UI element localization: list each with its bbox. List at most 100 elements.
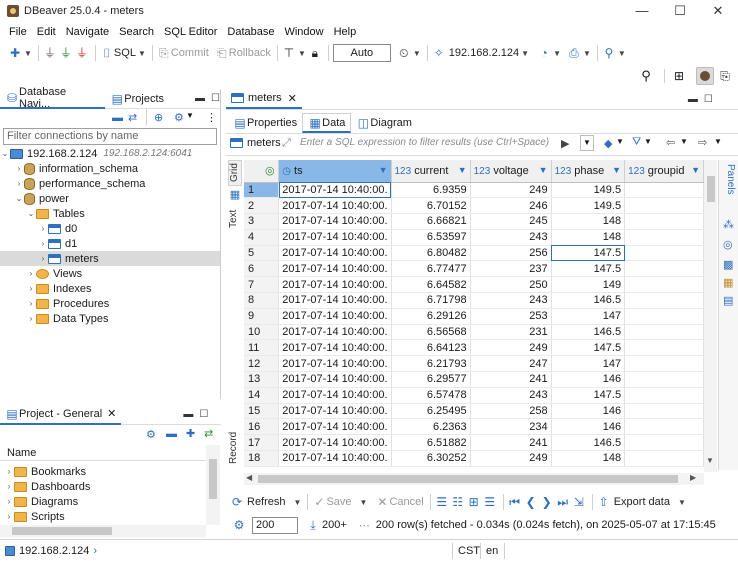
transaction-mode-button[interactable]: ⊤ ▼ bbox=[282, 43, 306, 63]
cell-phase[interactable]: 148 bbox=[551, 229, 626, 246]
table-row[interactable]: 15 2017-07-14 10:40:00. 6.25495 258 146 bbox=[244, 403, 704, 420]
menu-navigate[interactable]: Navigate bbox=[61, 26, 114, 38]
next-page-button[interactable]: ❯ bbox=[540, 492, 554, 512]
cell-ts[interactable]: 2017-07-14 10:40:00. bbox=[278, 434, 392, 452]
maximize-button[interactable]: ☐ bbox=[662, 0, 698, 22]
menu-help[interactable]: Help bbox=[329, 26, 362, 38]
column-header-current[interactable]: 123 current ▼ bbox=[391, 160, 471, 183]
collapse-toggle-icon[interactable]: › bbox=[26, 299, 36, 308]
cell-voltage[interactable]: 258 bbox=[470, 403, 552, 420]
menu-edit[interactable]: Edit bbox=[32, 26, 61, 38]
collapse-toggle-icon[interactable]: › bbox=[4, 512, 14, 521]
collapse-toggle-icon[interactable]: › bbox=[4, 482, 14, 491]
cancel-button[interactable]: ✕ Cancel bbox=[375, 492, 423, 512]
cell-groupid[interactable] bbox=[624, 197, 704, 215]
cell-phase[interactable]: 146 bbox=[551, 418, 626, 436]
forward-icon[interactable]: ⇨ bbox=[698, 136, 707, 149]
cell-groupid[interactable] bbox=[624, 213, 704, 230]
scroll-left-icon[interactable]: ◀ bbox=[246, 473, 252, 482]
funnel-dropdown-icon[interactable]: ▼ bbox=[644, 137, 652, 146]
table-row[interactable]: 1 2017-07-14 10:40:00. 6.9359 249 149.5 bbox=[244, 182, 704, 199]
clear-filter-icon[interactable]: ◆ bbox=[604, 137, 612, 150]
collapse-toggle-icon[interactable]: › bbox=[26, 269, 36, 278]
grouping-icon[interactable]: ▩ bbox=[723, 258, 733, 271]
subtab-properties[interactable]: ▤ Properties bbox=[228, 113, 302, 133]
sql-perspective-icon[interactable]: ⎘ bbox=[718, 69, 732, 83]
cell-phase[interactable]: 146.5 bbox=[551, 324, 626, 341]
cell-current[interactable]: 6.25495 bbox=[391, 403, 471, 420]
cell-voltage[interactable]: 243 bbox=[470, 292, 552, 309]
tree-item-indexes[interactable]: › Indexes bbox=[0, 281, 220, 296]
clear-filter-dropdown-icon[interactable]: ▼ bbox=[616, 137, 624, 146]
row-number[interactable]: 5 bbox=[244, 245, 280, 262]
table-row[interactable]: 10 2017-07-14 10:40:00. 6.56568 231 146.5 bbox=[244, 324, 704, 341]
first-page-button[interactable]: ⏮ bbox=[508, 492, 522, 512]
cell-voltage[interactable]: 243 bbox=[470, 387, 552, 404]
minimize-button[interactable]: — bbox=[624, 0, 660, 22]
cell-voltage[interactable]: 241 bbox=[470, 434, 552, 452]
cell-voltage[interactable]: 234 bbox=[470, 418, 552, 436]
grid-horizontal-scrollbar[interactable]: ◀ ▶ bbox=[244, 473, 704, 485]
cell-groupid[interactable] bbox=[624, 371, 704, 388]
cell-groupid[interactable] bbox=[624, 403, 704, 420]
tree-item-data-types[interactable]: › Data Types bbox=[0, 311, 220, 326]
cell-phase[interactable]: 147 bbox=[551, 308, 626, 325]
table-row[interactable]: 14 2017-07-14 10:40:00. 6.57478 243 147.5 bbox=[244, 387, 704, 404]
cell-ts[interactable]: 2017-07-14 10:40:00. bbox=[278, 450, 392, 467]
cell-voltage[interactable]: 249 bbox=[470, 339, 552, 357]
fetch-next-icon[interactable]: ⤓ bbox=[306, 518, 320, 532]
collapse-toggle-icon[interactable]: › bbox=[4, 467, 14, 476]
maximize-panel-button[interactable]: ☐ bbox=[199, 409, 208, 420]
cell-groupid[interactable] bbox=[624, 355, 704, 373]
tree-item-tables[interactable]: ⌄ Tables bbox=[0, 206, 220, 221]
table-row[interactable]: 8 2017-07-14 10:40:00. 6.71798 243 146.5 bbox=[244, 292, 704, 309]
cell-voltage[interactable]: 245 bbox=[470, 213, 552, 230]
vtab-grid[interactable]: Grid bbox=[228, 160, 242, 186]
cell-groupid[interactable] bbox=[624, 418, 704, 436]
cell-phase[interactable]: 147.5 bbox=[551, 260, 626, 278]
history-button[interactable]: ⏲ ▼ bbox=[397, 43, 421, 63]
expand-toggle-icon[interactable]: ⌄ bbox=[0, 149, 10, 158]
cell-groupid[interactable] bbox=[624, 245, 704, 262]
row-number[interactable]: 12 bbox=[244, 355, 280, 373]
cell-ts[interactable]: 2017-07-14 10:40:00. bbox=[278, 260, 392, 278]
fetch-all-button[interactable]: ⇲ bbox=[572, 492, 586, 512]
cell-ts[interactable]: 2017-07-14 10:40:00. bbox=[278, 308, 392, 325]
editor-tab-meters[interactable]: meters ✕ bbox=[226, 89, 302, 109]
cell-voltage[interactable]: 249 bbox=[470, 450, 552, 467]
tree-item-meters[interactable]: › meters bbox=[0, 251, 220, 266]
cell-current[interactable]: 6.80482 bbox=[391, 245, 471, 262]
cell-ts[interactable]: 2017-07-14 10:40:00. bbox=[278, 229, 392, 246]
cell-ts[interactable]: 2017-07-14 10:40:00. bbox=[278, 371, 392, 388]
vtab-text[interactable]: Text bbox=[228, 206, 242, 232]
tools-button[interactable]: ⎙ ▼ bbox=[567, 43, 591, 63]
column-sort-icon[interactable]: ▼ bbox=[379, 165, 388, 175]
cell-current[interactable]: 6.30252 bbox=[391, 450, 471, 467]
add-row-button[interactable]: ☷ bbox=[451, 492, 465, 512]
cell-voltage[interactable]: 231 bbox=[470, 324, 552, 341]
row-number[interactable]: 8 bbox=[244, 292, 280, 309]
cell-groupid[interactable] bbox=[624, 339, 704, 357]
cell-current[interactable]: 6.21793 bbox=[391, 355, 471, 373]
cell-ts[interactable]: 2017-07-14 10:40:00. bbox=[278, 213, 392, 230]
column-header-phase[interactable]: 123 phase ▼ bbox=[551, 160, 626, 183]
cell-phase[interactable]: 149.5 bbox=[551, 182, 626, 199]
column-header-ts[interactable]: ◷ ts ▼ bbox=[278, 160, 392, 183]
row-number[interactable]: 16 bbox=[244, 418, 280, 436]
disconnect-button[interactable]: ⏚ bbox=[59, 43, 73, 63]
cell-phase[interactable]: 149 bbox=[551, 276, 626, 294]
table-row[interactable]: 9 2017-07-14 10:40:00. 6.29126 253 147 bbox=[244, 308, 704, 325]
cell-voltage[interactable]: 253 bbox=[470, 308, 552, 325]
refresh-button[interactable]: ⟳ Refresh ▼ bbox=[230, 492, 301, 512]
cell-current[interactable]: 6.2363 bbox=[391, 418, 471, 436]
cell-voltage[interactable]: 249 bbox=[470, 182, 552, 199]
configure-icon[interactable]: ⚙ bbox=[174, 111, 184, 124]
row-number-header[interactable]: ◎ bbox=[244, 160, 280, 183]
cell-current[interactable]: 6.29126 bbox=[391, 308, 471, 325]
table-row[interactable]: 6 2017-07-14 10:40:00. 6.77477 237 147.5 bbox=[244, 260, 704, 278]
expand-toggle-icon[interactable]: ⌄ bbox=[14, 194, 24, 203]
minimize-panel-button[interactable]: ▬ bbox=[195, 93, 205, 104]
fetch-settings-icon[interactable]: ⚙ bbox=[232, 518, 246, 532]
cell-ts[interactable]: 2017-07-14 10:40:00. bbox=[278, 276, 392, 294]
cell-ts[interactable]: 2017-07-14 10:40:00. bbox=[278, 324, 392, 341]
